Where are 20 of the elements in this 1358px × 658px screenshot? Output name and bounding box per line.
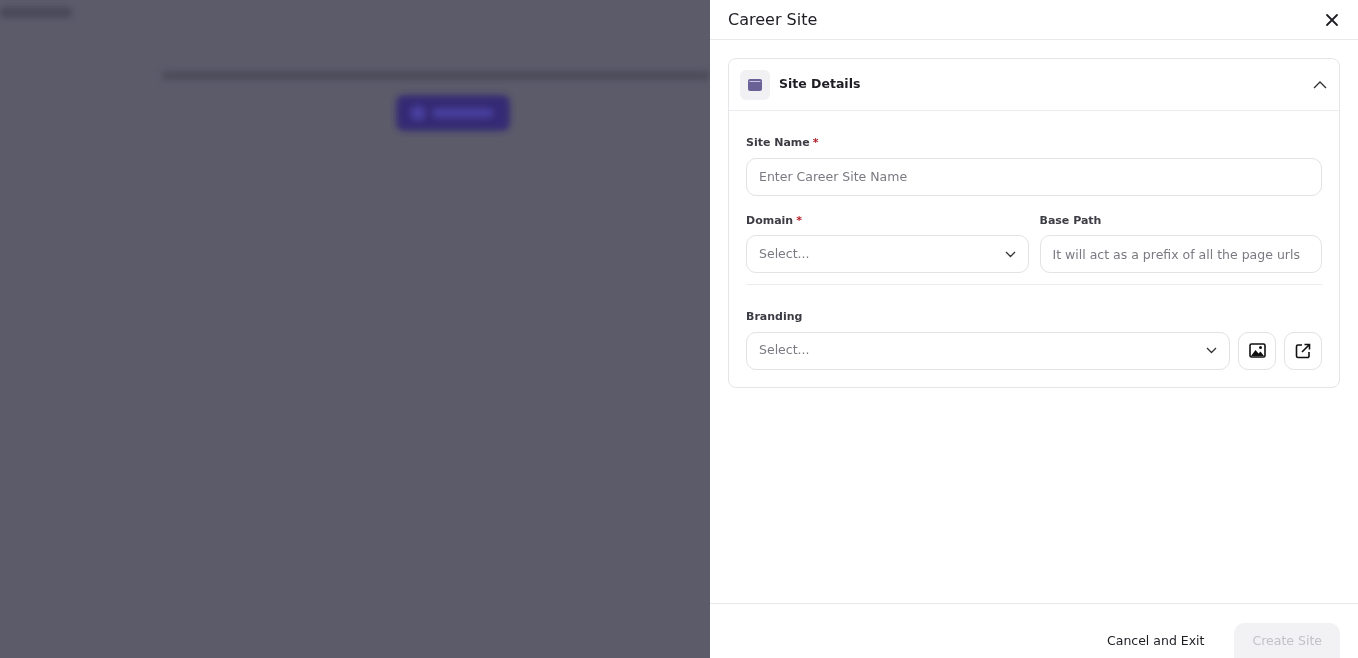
field-label: Site Name * xyxy=(746,135,819,151)
chevron-down-icon xyxy=(1206,347,1217,354)
chevron-down-icon xyxy=(1004,250,1016,258)
select-field[interactable]: Select... xyxy=(746,235,1029,273)
chevron-up-icon xyxy=(1313,80,1327,89)
select-field[interactable]: Select... xyxy=(746,331,1230,370)
field-label: Branding xyxy=(746,309,803,325)
field-label: Domain * xyxy=(746,212,802,229)
drawer-title: Career Site xyxy=(728,9,818,30)
close-icon[interactable] xyxy=(1324,11,1340,28)
field-label: Base Path xyxy=(1039,212,1102,229)
image-button[interactable] xyxy=(1238,331,1276,370)
input-field[interactable]: It will act as a prefix of all the page urls xyxy=(1039,235,1322,273)
window-icon xyxy=(740,69,770,100)
external-link-icon xyxy=(1295,342,1311,359)
input-field[interactable]: Enter Career Site Name xyxy=(746,157,1322,196)
image-icon xyxy=(1248,343,1266,358)
open-external-button[interactable] xyxy=(1284,331,1322,370)
cancel-button[interactable]: Cancel and Exit xyxy=(1089,623,1223,658)
section-header[interactable]: Site Details xyxy=(729,59,1339,111)
